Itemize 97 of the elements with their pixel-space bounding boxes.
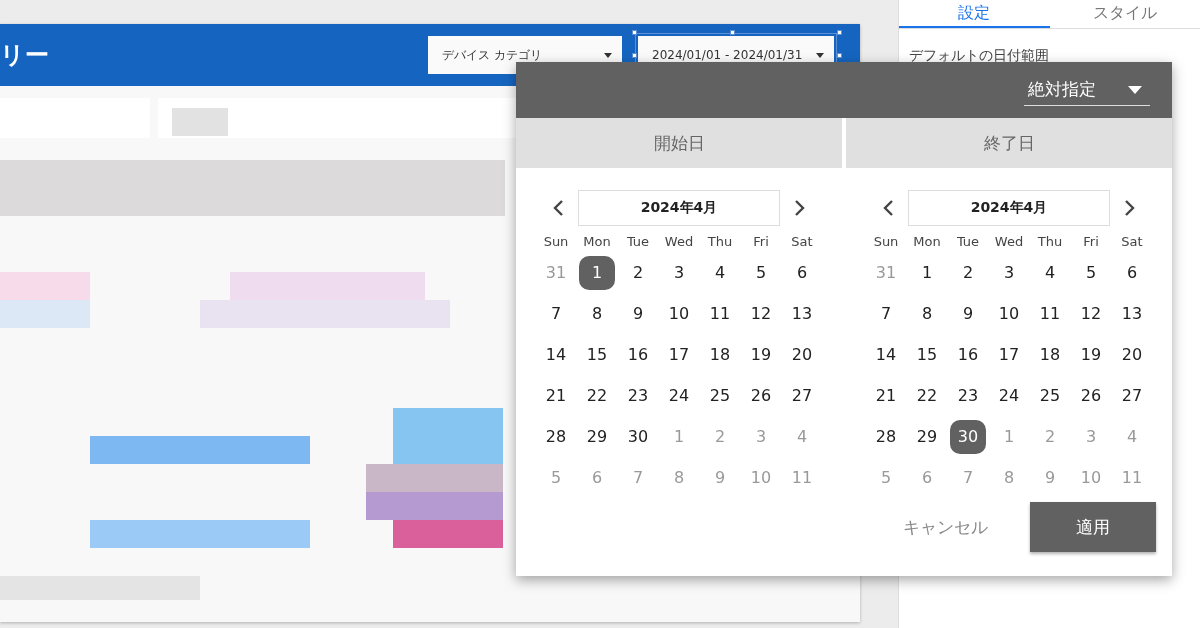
calendar-day[interactable]: 2: [950, 255, 986, 290]
calendar-day[interactable]: 3: [991, 255, 1027, 290]
calendar-day[interactable]: 19: [1073, 337, 1109, 372]
selection-handle[interactable]: [632, 30, 637, 35]
weekday-label: Fri: [1082, 232, 1100, 251]
calendar-day[interactable]: 25: [702, 378, 738, 413]
calendar-day[interactable]: 28: [538, 419, 574, 454]
calendar-day[interactable]: 7: [538, 296, 574, 331]
weekday-label: Sun: [542, 232, 570, 251]
calendar-day[interactable]: 30: [950, 419, 986, 454]
calendar-day[interactable]: 23: [620, 378, 656, 413]
calendar-day[interactable]: 22: [909, 378, 945, 413]
weekday-label: Sat: [790, 232, 814, 251]
calendar-heading: 開始日: [516, 118, 842, 168]
calendar-day[interactable]: 30: [620, 419, 656, 454]
calendar-day[interactable]: 19: [743, 337, 779, 372]
calendar-day[interactable]: 24: [661, 378, 697, 413]
caret-icon: [816, 52, 824, 58]
weekday-label: Thu: [706, 232, 734, 251]
calendar-day[interactable]: 5: [1073, 255, 1109, 290]
calendar-day[interactable]: 24: [991, 378, 1027, 413]
chevron-left-icon: [882, 199, 894, 217]
weekday-label: Thu: [1036, 232, 1064, 251]
weekday-label: Wed: [993, 232, 1025, 251]
caret-icon: [604, 52, 612, 58]
weekday-label: Tue: [955, 232, 981, 251]
calendar-day[interactable]: 14: [538, 337, 574, 372]
calendar-day[interactable]: 8: [579, 296, 615, 331]
calendar-day[interactable]: 18: [1032, 337, 1068, 372]
chevron-right-icon: [1124, 199, 1136, 217]
weekday-label: Mon: [582, 232, 612, 251]
calendar-day[interactable]: 9: [950, 296, 986, 331]
selection-handle[interactable]: [837, 53, 842, 58]
calendar-day[interactable]: 4: [1032, 255, 1068, 290]
weekday-label: Sat: [1120, 232, 1144, 251]
month-field[interactable]: 2024年4月: [578, 190, 780, 226]
calendar-day[interactable]: 14: [868, 337, 904, 372]
calendar-day[interactable]: 26: [1073, 378, 1109, 413]
calendar-day[interactable]: 25: [1032, 378, 1068, 413]
calendar-heading: 終了日: [846, 118, 1172, 168]
month-field[interactable]: 2024年4月: [908, 190, 1110, 226]
panel-tab[interactable]: スタイル: [1049, 0, 1200, 28]
report-title: リー: [0, 40, 49, 71]
calendar-day[interactable]: 9: [620, 296, 656, 331]
mode-dropdown[interactable]: 絶対指定: [1024, 74, 1150, 106]
calendar-day[interactable]: 6: [784, 255, 820, 290]
calendar-day[interactable]: 11: [702, 296, 738, 331]
calendar-day[interactable]: 27: [784, 378, 820, 413]
calendar-day[interactable]: 11: [1032, 296, 1068, 331]
calendar-day[interactable]: 21: [868, 378, 904, 413]
calendar-day[interactable]: 17: [991, 337, 1027, 372]
calendar-day[interactable]: 10: [991, 296, 1027, 331]
calendar-day[interactable]: 13: [784, 296, 820, 331]
calendar-day[interactable]: 2: [620, 255, 656, 290]
selection-handle[interactable]: [730, 30, 735, 35]
calendar-day[interactable]: 26: [743, 378, 779, 413]
weekday-label: Tue: [625, 232, 651, 251]
calendar-day[interactable]: 10: [661, 296, 697, 331]
calendar-day[interactable]: 16: [620, 337, 656, 372]
calendar-day[interactable]: 8: [909, 296, 945, 331]
field-label: デフォルトの日付範囲: [909, 47, 1050, 65]
apply-button[interactable]: 適用: [1030, 502, 1156, 552]
calendar-day[interactable]: 15: [579, 337, 615, 372]
weekday-label: Wed: [663, 232, 695, 251]
calendar-day[interactable]: 1: [909, 255, 945, 290]
weekday-label: Fri: [752, 232, 770, 251]
weekday-label: Sun: [872, 232, 900, 251]
selection-handle[interactable]: [632, 53, 637, 58]
cancel-button[interactable]: キャンセル: [897, 502, 994, 552]
calendar-day[interactable]: 21: [538, 378, 574, 413]
calendar-day[interactable]: 20: [1114, 337, 1150, 372]
calendar-day[interactable]: 16: [950, 337, 986, 372]
calendar-day[interactable]: 3: [661, 255, 697, 290]
chevron-right-icon: [794, 199, 806, 217]
calendar-day[interactable]: 7: [868, 296, 904, 331]
calendar-day[interactable]: 23: [950, 378, 986, 413]
calendar-day[interactable]: 28: [868, 419, 904, 454]
calendar-day[interactable]: 20: [784, 337, 820, 372]
calendar-day[interactable]: 6: [1114, 255, 1150, 290]
selection-handle[interactable]: [837, 30, 842, 35]
calendar-day[interactable]: 29: [909, 419, 945, 454]
calendar-day[interactable]: 12: [1073, 296, 1109, 331]
calendar-day[interactable]: 15: [909, 337, 945, 372]
panel-tab[interactable]: 設定: [899, 0, 1050, 28]
calendar-day[interactable]: 12: [743, 296, 779, 331]
calendar-day[interactable]: 18: [702, 337, 738, 372]
chevron-left-icon: [552, 199, 564, 217]
calendar-day[interactable]: 13: [1114, 296, 1150, 331]
calendar-day[interactable]: 22: [579, 378, 615, 413]
calendar-day[interactable]: 1: [579, 255, 615, 290]
calendar-day[interactable]: 29: [579, 419, 615, 454]
calendar-day[interactable]: 4: [702, 255, 738, 290]
calendar-day[interactable]: 5: [743, 255, 779, 290]
calendar-day[interactable]: 17: [661, 337, 697, 372]
caret-icon: [1128, 85, 1142, 94]
calendar-day[interactable]: 27: [1114, 378, 1150, 413]
weekday-label: Mon: [912, 232, 942, 251]
